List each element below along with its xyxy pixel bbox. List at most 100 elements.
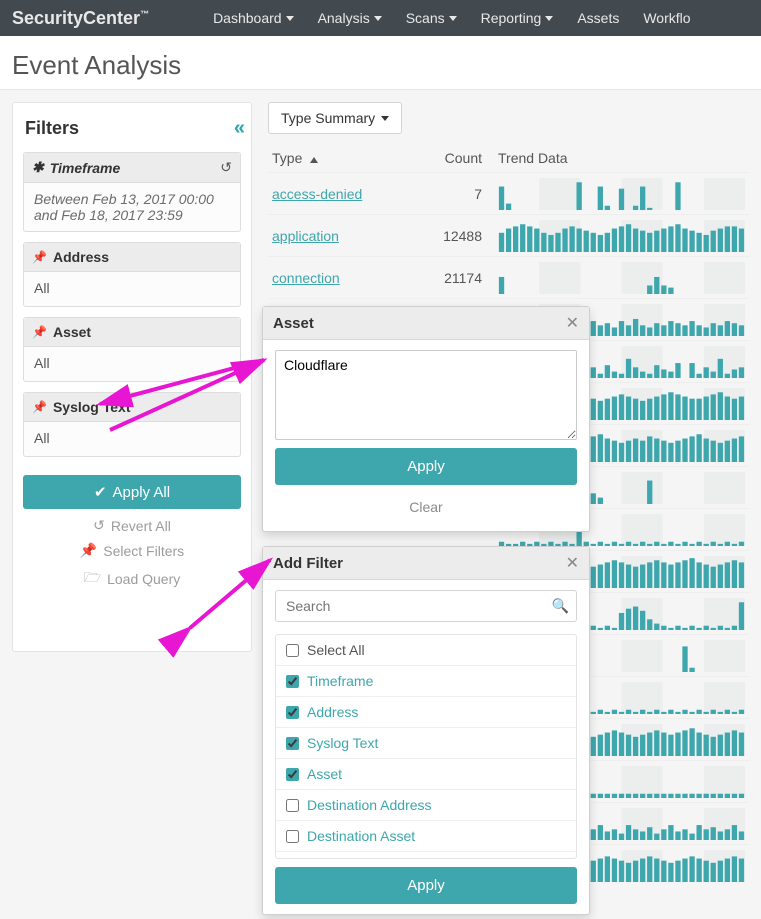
filter-option-label: Address [307,704,358,720]
close-icon[interactable]: ✕ [566,313,579,333]
sidebar-header: Filters « [23,113,241,142]
addfilter-popover: Add Filter ✕ 🔍 Select All Timeframe Addres… [262,546,590,915]
navbar: SecurityCenter™ Dashboard Analysis Scans… [0,0,761,36]
filter-timeframe-body: Between Feb 13, 2017 00:00 and Feb 18, 2… [24,183,240,231]
filter-timeframe[interactable]: ✱ Timeframe ↺ Between Feb 13, 2017 00:00… [23,152,241,232]
revert-icon[interactable]: ↺ [220,159,232,176]
type-cell[interactable]: connection [272,270,422,286]
filter-option[interactable]: Select All [276,635,576,665]
search-row: 🔍 [275,590,577,622]
filter-option-label: Timeframe [307,673,373,689]
pin-icon: 📌 [32,325,47,339]
pin-icon: 📌 [80,542,97,559]
select-filters-label: Select Filters [103,543,184,559]
nav-reporting[interactable]: Reporting [481,10,554,26]
asset-clear-button[interactable]: Clear [275,493,577,521]
nav-workflow[interactable]: Workflo [643,10,690,26]
chevron-down-icon [381,116,389,121]
filter-option-checkbox[interactable] [286,737,299,750]
filter-option-label: Destination Asset [307,828,415,844]
filter-option[interactable]: Timeframe [276,665,576,696]
filter-asset[interactable]: 📌 Asset All [23,317,241,382]
trend-sparkline [482,262,745,294]
count-cell: 12488 [422,228,482,244]
nav-items: Dashboard Analysis Scans Reporting Asset… [213,10,690,26]
table-row: application12488 [268,214,749,256]
filter-option-checkbox[interactable] [286,706,299,719]
close-icon[interactable]: ✕ [566,553,579,573]
filter-option-label: Syslog Text [307,735,378,751]
addfilter-apply-button[interactable]: Apply [275,867,577,904]
nav-workflow-label: Workflo [643,10,690,26]
nav-scans[interactable]: Scans [406,10,457,26]
filters-title: Filters [25,118,79,139]
chevron-down-icon [374,16,382,21]
filter-syslog-body: All [24,422,240,456]
page-title-row: Event Analysis [0,36,761,90]
count-cell: 7 [422,186,482,202]
sidebar: Filters « ✱ Timeframe ↺ Between Feb 13, … [12,102,252,652]
filter-address-label: Address [53,249,109,265]
filter-option-label: Destination Address [307,797,432,813]
nav-analysis[interactable]: Analysis [318,10,382,26]
filter-option-checkbox[interactable] [286,675,299,688]
collapse-icon[interactable]: « [234,117,239,140]
load-query-link[interactable]: 🗁 Load Query [84,567,181,591]
filter-option-checkbox[interactable] [286,768,299,781]
nav-dashboard[interactable]: Dashboard [213,10,294,26]
filter-option-label: Asset [307,766,342,782]
filter-option[interactable]: Syslog Text [276,727,576,758]
filter-option[interactable]: Asset [276,758,576,789]
nav-assets[interactable]: Assets [577,10,619,26]
filter-option[interactable]: Destination Address [276,789,576,820]
view-dropdown[interactable]: Type Summary [268,102,402,134]
col-type-label: Type [272,150,302,166]
chevron-down-icon [545,16,553,21]
filter-address[interactable]: 📌 Address All [23,242,241,307]
chevron-down-icon [449,16,457,21]
select-filters-link[interactable]: 📌 Select Filters [80,542,184,559]
revert-all-link[interactable]: ↺ Revert All [93,517,171,534]
load-query-label: Load Query [107,571,180,587]
brand-name: SecurityCenter [12,8,140,28]
asset-popover-head: Asset ✕ [263,307,589,340]
filter-search-input[interactable] [275,590,577,622]
revert-all-label: Revert All [111,518,171,534]
col-type-header[interactable]: Type [272,150,422,166]
filter-option[interactable]: Destination Asset [276,820,576,851]
col-count-header[interactable]: Count [422,150,482,166]
filter-option[interactable]: Destination Port [276,851,576,859]
table-row: connection21174 [268,256,749,298]
filter-option[interactable]: Address [276,696,576,727]
addfilter-popover-head: Add Filter ✕ [263,547,589,580]
filter-option-label: Select All [307,642,365,658]
type-cell[interactable]: access-denied [272,186,422,202]
asset-input[interactable] [275,350,577,440]
filter-option-checkbox[interactable] [286,644,299,657]
nav-analysis-label: Analysis [318,10,370,26]
nav-reporting-label: Reporting [481,10,542,26]
revert-icon: ↺ [93,517,105,534]
page-title: Event Analysis [12,50,181,81]
brand: SecurityCenter™ [12,8,149,29]
apply-all-button[interactable]: ✔ Apply All [23,475,241,509]
filter-asset-label: Asset [53,324,91,340]
trend-sparkline [482,178,745,210]
filter-syslog[interactable]: 📌 Syslog Text All [23,392,241,457]
check-icon: ✔ [94,483,107,501]
tm-icon: ™ [140,9,149,19]
folder-icon: 🗁 [84,567,101,591]
filter-option-checkbox[interactable] [286,830,299,843]
filter-option-checkbox[interactable] [286,799,299,812]
filter-options[interactable]: Select All Timeframe Address Syslog Text Ass… [275,634,577,859]
asset-popover-body: Apply Clear [263,340,589,531]
asset-popover: Asset ✕ Apply Clear [262,306,590,532]
asset-apply-button[interactable]: Apply [275,448,577,485]
table-head: Type Count Trend Data [268,150,749,172]
table-row: access-denied7 [268,172,749,214]
action-list: ✔ Apply All ↺ Revert All 📌 Select Filter… [23,475,241,591]
apply-all-label: Apply All [113,484,171,501]
type-cell[interactable]: application [272,228,422,244]
asset-popover-title: Asset [273,315,314,332]
filter-timeframe-label: Timeframe [50,160,121,176]
